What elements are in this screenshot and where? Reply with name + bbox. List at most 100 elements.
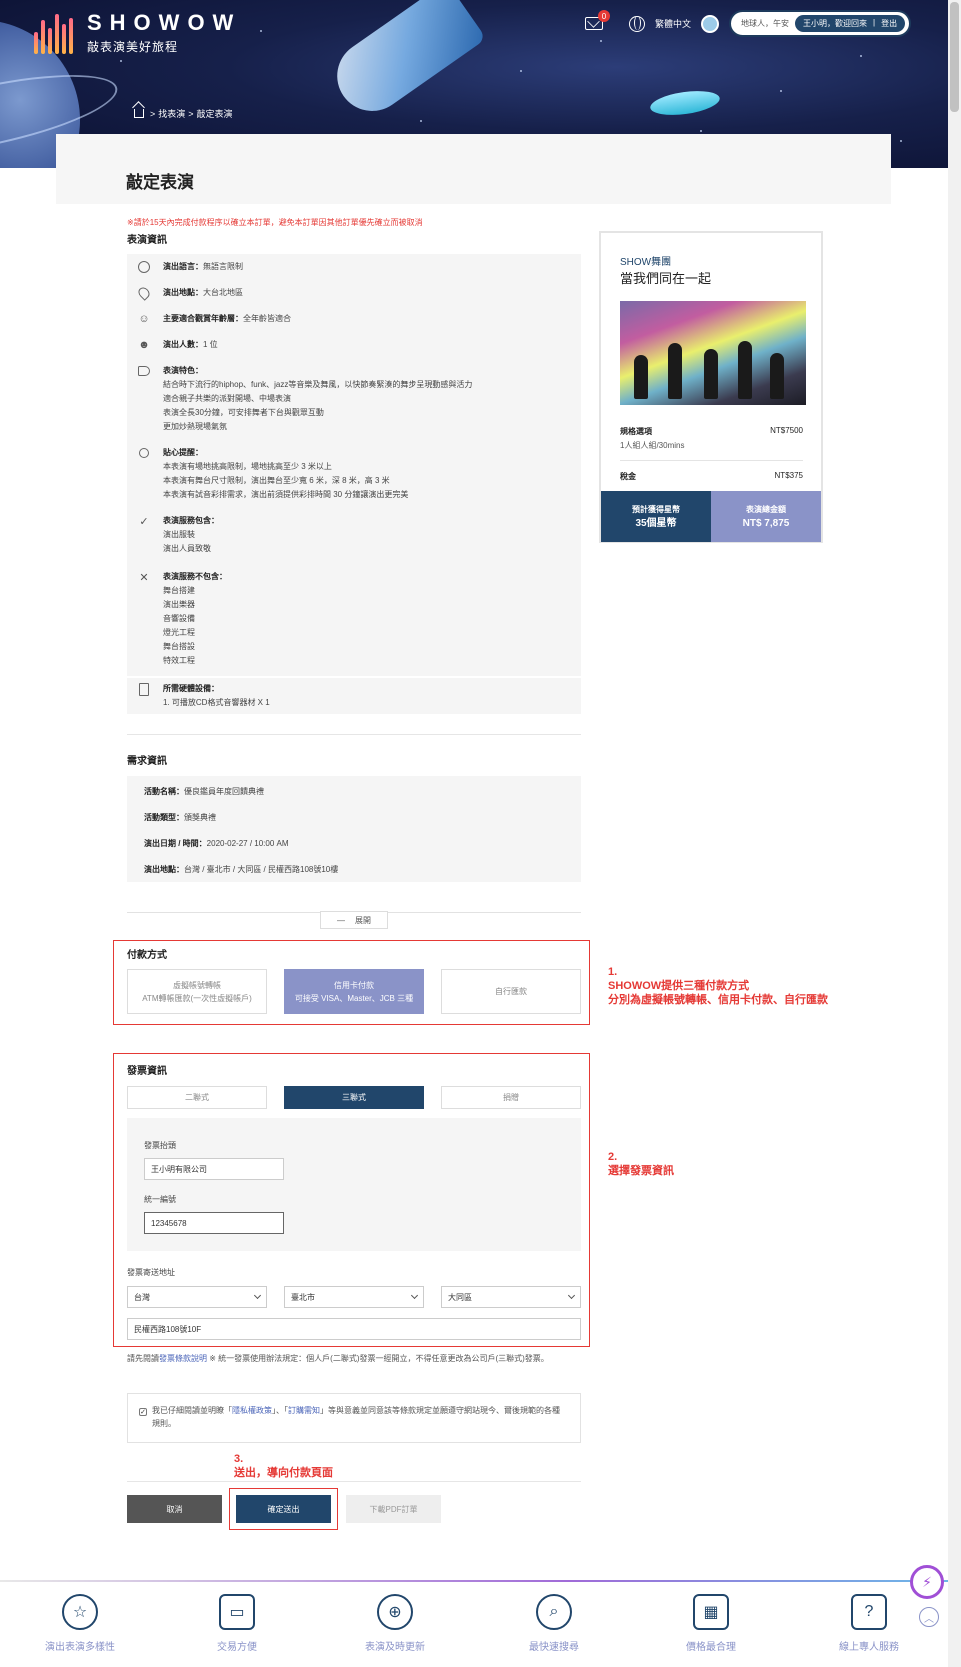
annotation-payment: 1. SHOWOW提供三種付款方式 分別為虛擬帳號轉帳、信用卡付款、自行匯款	[608, 966, 828, 1006]
mail-icon[interactable]: 0	[585, 10, 610, 30]
points-panel: 預計獲得星幣 35個星幣	[601, 491, 711, 542]
tax-label: 稅金	[620, 472, 636, 481]
breadcrumb-separator: >	[188, 108, 194, 119]
request-info-box: 活動名稱：優良鑑員年度回饋典禮 活動類型：頒獎典禮 演出日期 / 時間：2020…	[127, 776, 581, 882]
star-dot	[120, 60, 122, 62]
request-info-title: 需求資訊	[127, 756, 167, 767]
home-icon[interactable]	[134, 109, 144, 118]
ufo-illustration	[648, 87, 722, 119]
country-select[interactable]: 台灣	[127, 1286, 267, 1308]
show-info-title: 表演資訊	[127, 235, 167, 246]
info-row-age: ☺ 主要適合觀賞年齡層：全年齡皆適合	[138, 313, 291, 325]
footer-feature-payment: ▭ 交易方便	[172, 1594, 302, 1653]
top-nav: 0 繁體中文 地球人，午安 王小明，歡迎回來 | 登出	[585, 10, 912, 37]
expand-button[interactable]: — 展開	[320, 911, 388, 929]
chevron-down-icon	[253, 1291, 262, 1300]
invoice-fields-box: 發票抬頭 王小明有限公司 統一編號 12345678	[127, 1118, 581, 1251]
search-icon: ⌕	[536, 1594, 572, 1630]
show-title[interactable]: 當我們同在一起	[620, 268, 711, 287]
city-select[interactable]: 臺北市	[284, 1286, 424, 1308]
star-dot	[420, 120, 422, 122]
page-title-card: 敲定表演	[56, 134, 891, 204]
payment-option-atm[interactable]: 虛擬帳號轉帳 ATM轉帳匯款(一次性虛擬帳戶)	[127, 969, 267, 1014]
logout-link[interactable]: 登出	[881, 18, 897, 29]
footer-feature-support: ? 線上專人服務	[804, 1594, 934, 1653]
street-address-input[interactable]: 民權西路108號10F	[127, 1318, 581, 1340]
download-pdf-button[interactable]: 下載PDF訂單	[346, 1495, 441, 1523]
agreement-checkbox[interactable]: ✓	[139, 1408, 147, 1416]
invoice-terms-note: 請先閱讀發票條款說明 ※ 統一發票使用辦法規定：個人戶(二聯式)發票一經開立，不…	[127, 1354, 549, 1363]
invoice-type-triplicate[interactable]: 三聯式	[284, 1086, 424, 1109]
greeting-text: 地球人，午安	[741, 19, 790, 28]
show-photo	[620, 301, 806, 405]
order-summary-card: SHOW舞團 當我們同在一起 規格選項 NT$7500 1人組人組/30mins…	[599, 231, 823, 543]
invoice-type-duplicate[interactable]: 二聯式	[127, 1086, 267, 1109]
info-row-features: 表演特色： 結合時下流行的hiphop、funk、jazz等音樂及舞風，以快節奏…	[137, 364, 571, 434]
hardware-box: 所需硬體設備： 1. 可播放CD格式音響器材 X 1	[127, 678, 581, 714]
invoice-header-input[interactable]: 王小明有限公司	[144, 1158, 284, 1180]
breadcrumb: > 找表演 > 敲定表演	[134, 107, 233, 120]
info-row-location: 演出地點：大台北地區	[136, 285, 571, 301]
avatar[interactable]	[701, 14, 720, 33]
globe-icon	[137, 260, 151, 274]
scrollbar-track[interactable]	[948, 0, 961, 1667]
privacy-policy-link[interactable]: 隱私權政策	[232, 1406, 272, 1415]
minus-icon: —	[337, 915, 345, 925]
footer-feature-variety: ☆ 演出表演多樣性	[15, 1594, 145, 1653]
chat-icon: ?	[851, 1594, 887, 1630]
star-dot	[860, 55, 862, 57]
tax-id-label: 統一編號	[144, 1195, 176, 1204]
order-terms-link[interactable]: 訂購需知	[288, 1406, 320, 1415]
card-totals: 預計獲得星幣 35個星幣 表演總金額 NT$ 7,875	[601, 491, 821, 542]
section-divider	[127, 1481, 581, 1482]
scrollbar-thumb[interactable]	[950, 2, 959, 112]
star-icon: ☆	[62, 1594, 98, 1630]
audience-icon: ☺	[138, 313, 150, 325]
invoice-header-label: 發票抬頭	[144, 1141, 176, 1150]
tag-icon	[137, 364, 151, 378]
request-location: 演出地點：台灣 / 臺北市 / 大同區 / 民權西路108號10樓	[144, 865, 339, 874]
expand-label: 展開	[355, 915, 371, 925]
section-divider	[127, 734, 581, 735]
speaker-icon	[137, 682, 151, 696]
messenger-chat-icon[interactable]: ⚡	[910, 1565, 944, 1599]
plan-label: 規格選項	[620, 427, 652, 436]
tax-id-input[interactable]: 12345678	[144, 1212, 284, 1234]
invoice-terms-link[interactable]: 發票條款說明	[159, 1354, 207, 1363]
tax-value: NT$375	[774, 471, 803, 480]
info-row-reminder: 貼心提醒： 本表演有場地挑高限制，場地挑高至少 3 米以上 本表演有舞台尺寸限制…	[137, 446, 571, 502]
language-switch[interactable]: 繁體中文	[655, 17, 691, 30]
plan-price: NT$7500	[770, 426, 803, 435]
star-dot	[260, 30, 262, 32]
breadcrumb-find-show[interactable]: 找表演	[158, 107, 185, 120]
breadcrumb-separator: >	[150, 108, 156, 119]
star-dot	[900, 140, 902, 142]
cancel-button[interactable]: 取消	[127, 1495, 222, 1523]
chevron-down-icon	[410, 1291, 419, 1300]
info-row-performers: ☻ 演出人數：1 位	[138, 339, 218, 351]
rocket-illustration	[323, 0, 487, 125]
annotation-invoice: 2. 選擇發票資訊	[608, 1151, 674, 1177]
submit-button[interactable]: 確定送出	[236, 1495, 331, 1523]
district-select[interactable]: 大同區	[441, 1286, 581, 1308]
star-dot	[700, 130, 702, 132]
troupe-name[interactable]: SHOW舞團	[620, 253, 671, 268]
payment-option-self-remit[interactable]: 自行匯款	[441, 969, 581, 1014]
request-date-time: 演出日期 / 時間：2020-02-27 / 10:00 AM	[144, 839, 289, 848]
brand-slogan: 敲表演美好旅程	[87, 40, 179, 54]
info-row-included: ✓ 表演服務包含： 演出服裝 演出人員致敬	[137, 514, 571, 556]
footer-divider	[0, 1580, 948, 1582]
user-name-link[interactable]: 王小明，歡迎回來	[803, 18, 867, 29]
invoice-type-donate[interactable]: 捐贈	[441, 1086, 581, 1109]
total-panel: 表演總金額 NT$ 7,875	[711, 491, 821, 542]
back-to-top-icon[interactable]: ︿	[919, 1607, 939, 1627]
payment-title: 付款方式	[127, 950, 167, 961]
card-icon: ▭	[219, 1594, 255, 1630]
payment-option-credit-card[interactable]: 信用卡付款 可接受 VISA、Master、JCB 三種	[284, 969, 424, 1014]
points-value: 35個星幣	[635, 517, 677, 529]
info-row-hardware: 所需硬體設備： 1. 可播放CD格式音響器材 X 1	[137, 682, 571, 710]
footer-feature-updates: ⊕ 表演及時更新	[330, 1594, 460, 1653]
site-logo[interactable]: SHOWOW 敲表演美好旅程	[34, 10, 241, 55]
language-globe-icon[interactable]	[629, 15, 645, 32]
footer-feature-price: ▦ 價格最合理	[646, 1594, 776, 1653]
